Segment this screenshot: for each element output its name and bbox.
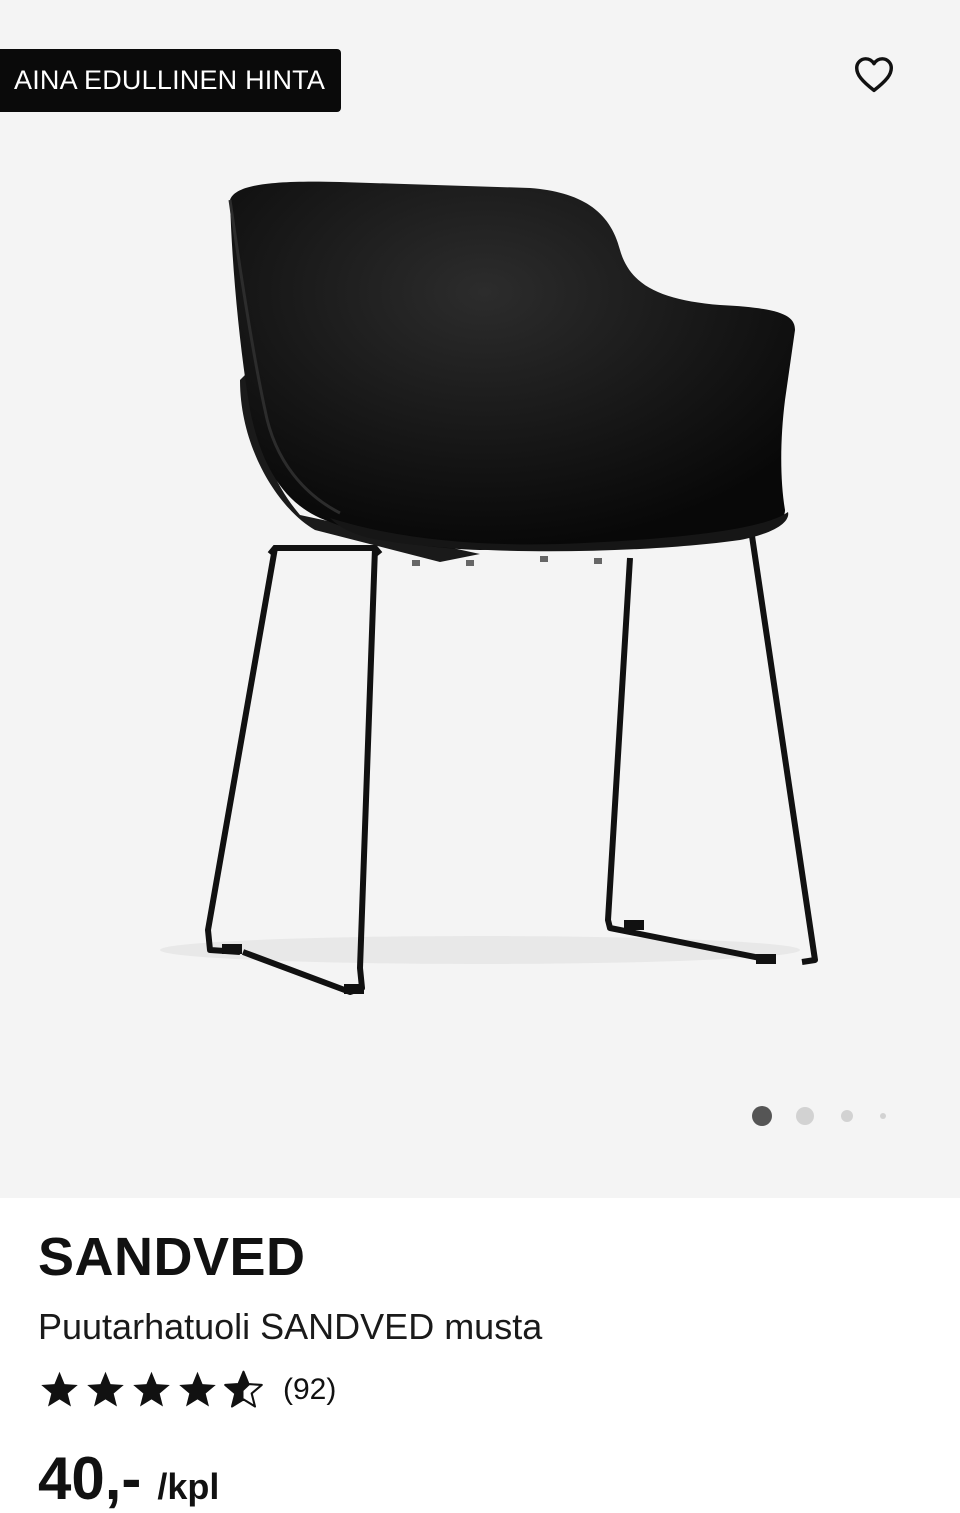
star-half-icon	[224, 1370, 263, 1408]
heart-outline-icon	[855, 57, 893, 93]
price-badge-label: AINA EDULLINEN HINTA	[14, 65, 326, 95]
price-badge: AINA EDULLINEN HINTA	[0, 49, 342, 112]
star-filled-icon	[87, 1371, 124, 1407]
product-price: 40,- /kpl	[38, 1444, 219, 1513]
rating-stars	[38, 1370, 265, 1410]
gallery-dot[interactable]	[796, 1107, 814, 1125]
price-unit: /kpl	[157, 1466, 220, 1507]
product-gallery[interactable]: AINA EDULLINEN HINTA	[0, 0, 960, 1198]
star-filled-icon	[179, 1371, 216, 1407]
review-count[interactable]: (92)	[283, 1373, 336, 1407]
gallery-dot[interactable]	[841, 1110, 853, 1122]
product-description: Puutarhatuoli SANDVED musta	[38, 1306, 543, 1347]
star-filled-icon	[41, 1371, 78, 1407]
gallery-pagination[interactable]	[750, 1104, 900, 1128]
product-rating[interactable]: (92)	[38, 1370, 336, 1410]
gallery-dot-active[interactable]	[752, 1106, 772, 1126]
star-filled-icon	[133, 1371, 170, 1407]
favorite-button[interactable]	[848, 50, 900, 98]
product-image	[160, 181, 818, 995]
gallery-dot[interactable]	[880, 1113, 886, 1119]
price-value: 40,-	[38, 1445, 142, 1512]
product-name[interactable]: SANDVED	[38, 1226, 306, 1288]
